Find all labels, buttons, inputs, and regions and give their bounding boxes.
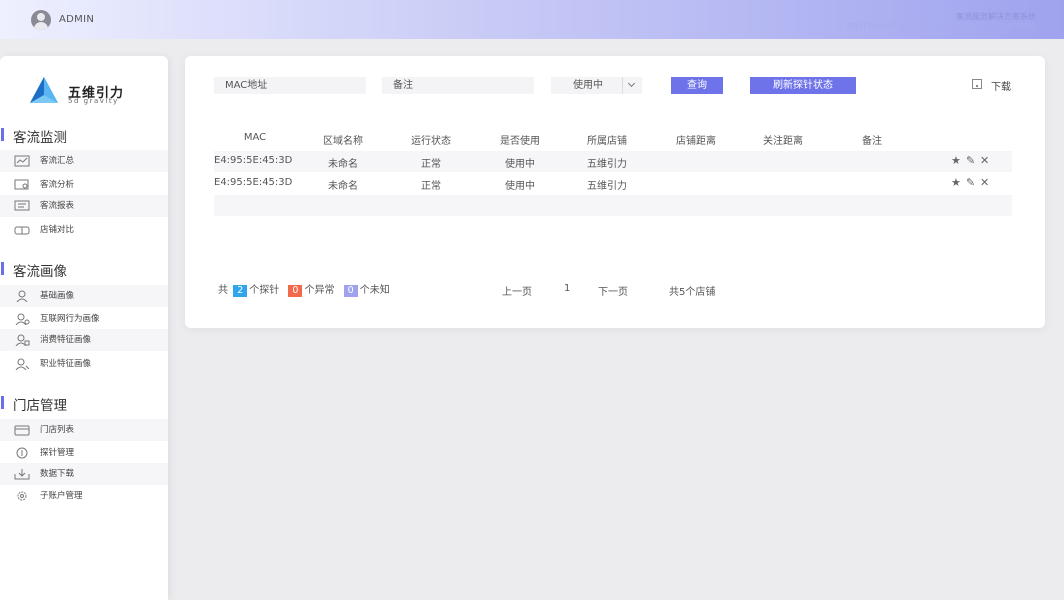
prev-page-link[interactable]: 上一页 xyxy=(502,283,532,298)
probe-count-badge: 2 xyxy=(233,285,248,297)
table-row[interactable]: E4:95:5E:45:3D 未命名 正常 使用中 五维引力 ★ ✎ ✕ xyxy=(214,151,1012,172)
status-select[interactable]: 使用中 xyxy=(551,77,642,94)
unknown-count-badge: 0 xyxy=(343,285,358,297)
sidebar-item-consume-portrait[interactable]: 消费特征画像 xyxy=(0,329,168,351)
download-label: 下载 xyxy=(991,82,1011,93)
sidebar-item-label: 店铺对比 xyxy=(40,225,75,235)
sidebar-item-label: 消费特征画像 xyxy=(40,335,92,345)
logo-subtitle: 5d gravity xyxy=(68,97,119,105)
system-title-cn: 客流服务解决方案系统 xyxy=(956,12,1036,21)
cell-area: 未命名 xyxy=(328,159,358,170)
sidebar-item-web-portrait[interactable]: 互联网行为画像 xyxy=(0,308,168,330)
download-icon xyxy=(14,469,30,480)
column-header-area: 区域名称 xyxy=(323,136,363,147)
abnormal-count-badge: 0 xyxy=(288,285,303,297)
brand-logo[interactable]: 五维引力 5d gravity xyxy=(28,75,138,109)
cell-store: 五维引力 xyxy=(587,159,627,170)
sidebar-item-traffic-summary[interactable]: 客流汇总 xyxy=(0,150,168,172)
sidebar-item-label: 职业特征画像 xyxy=(40,359,92,369)
cell-run-status: 正常 xyxy=(421,181,441,192)
query-button[interactable]: 查询 xyxy=(671,77,723,94)
sidebar-item-store-compare[interactable]: 店铺对比 xyxy=(0,219,168,241)
sidebar-item-label: 客流分析 xyxy=(40,180,75,190)
probe-icon xyxy=(16,447,28,459)
cell-run-status: 正常 xyxy=(421,159,441,170)
sidebar-item-label: 子账户管理 xyxy=(40,491,83,501)
trend-chart-icon xyxy=(14,155,30,167)
user-icon xyxy=(16,290,28,302)
column-header-note: 备注 xyxy=(862,136,882,147)
column-header-store-distance: 店铺距离 xyxy=(676,136,716,147)
status-select-value: 使用中 xyxy=(573,80,603,91)
table-row[interactable]: E4:95:5E:45:3D 未命名 正常 使用中 五维引力 ★ ✎ ✕ xyxy=(214,173,1012,194)
sidebar-item-basic-portrait[interactable]: 基础画像 xyxy=(0,285,168,307)
column-header-run-status: 运行状态 xyxy=(411,136,451,147)
sidebar-item-job-portrait[interactable]: 职业特征画像 xyxy=(0,353,168,375)
report-icon xyxy=(14,200,30,211)
compare-icon xyxy=(14,226,30,235)
summary-prefix: 共 xyxy=(218,285,228,296)
note-input[interactable]: 备注 xyxy=(382,77,534,94)
user-job-icon xyxy=(15,358,30,370)
store-card-icon xyxy=(14,425,30,436)
star-icon[interactable]: ★ xyxy=(951,154,961,168)
sidebar-item-label: 探针管理 xyxy=(40,448,75,458)
user-name[interactable]: ADMIN xyxy=(59,14,94,25)
sidebar-item-traffic-analysis[interactable]: 客流分析 xyxy=(0,174,168,196)
sidebar-item-label: 门店列表 xyxy=(40,425,75,435)
delete-close-icon[interactable]: ✕ xyxy=(980,154,989,168)
gear-icon xyxy=(17,491,27,501)
sidebar-item-label: 基础画像 xyxy=(40,291,75,301)
cell-area: 未命名 xyxy=(328,181,358,192)
column-header-in-use: 是否使用 xyxy=(500,136,540,147)
user-consume-icon xyxy=(15,334,30,346)
store-total: 共5个店铺 xyxy=(669,287,716,298)
logo-mark-icon xyxy=(30,77,58,103)
sidebar-item-sub-account[interactable]: 子账户管理 xyxy=(0,485,168,507)
edit-pencil-icon[interactable]: ✎ xyxy=(966,176,975,190)
row-actions: ★ ✎ ✕ xyxy=(951,154,993,168)
delete-close-icon[interactable]: ✕ xyxy=(980,176,989,190)
user-web-icon xyxy=(15,313,30,325)
next-page-link[interactable]: 下一页 xyxy=(598,283,628,298)
top-header: ADMIN 客流服务解决方案系统 ENTERPRISE CUSTOMER SER… xyxy=(0,0,1064,39)
column-header-store: 所属店铺 xyxy=(587,136,627,147)
sidebar: 五维引力 5d gravity 客流监测 客流汇总 客流分析 客流报表 店铺对比… xyxy=(0,56,168,600)
abnormal-count-label: 个异常 xyxy=(304,285,335,296)
mac-input[interactable]: MAC地址 xyxy=(214,77,366,94)
edit-pencil-icon[interactable]: ✎ xyxy=(966,154,975,168)
main-panel: MAC地址 备注 使用中 查询 刷新探针状态 下载 MAC 区域名称 运行状态 … xyxy=(185,56,1045,328)
sidebar-item-label: 互联网行为画像 xyxy=(40,314,100,324)
user-avatar-icon[interactable] xyxy=(31,10,51,30)
star-icon[interactable]: ★ xyxy=(951,176,961,190)
unknown-count-label: 个未知 xyxy=(359,285,390,296)
download-icon xyxy=(972,79,982,89)
chevron-down-icon[interactable] xyxy=(622,77,642,94)
cell-in-use: 使用中 xyxy=(505,181,535,192)
cell-in-use: 使用中 xyxy=(505,159,535,170)
section-title-monitor: 客流监测 xyxy=(0,126,67,146)
system-title-en: ENTERPRISE CUSTOMER SERVICE SOLUTIONS xyxy=(846,22,1036,31)
monitor-search-icon xyxy=(14,179,29,190)
table-row-empty xyxy=(214,195,1012,216)
section-title-portrait: 客流画像 xyxy=(0,260,67,280)
sidebar-item-data-download[interactable]: 数据下载 xyxy=(0,463,168,485)
sidebar-item-probe-manage[interactable]: 探针管理 xyxy=(0,442,168,464)
sidebar-item-store-list[interactable]: 门店列表 xyxy=(0,419,168,441)
sidebar-item-label: 客流报表 xyxy=(40,201,75,211)
column-header-mac: MAC xyxy=(243,132,267,143)
cell-store: 五维引力 xyxy=(587,181,627,192)
column-header-focus-distance: 关注距离 xyxy=(763,136,803,147)
probe-summary: 共 2 个探针 0 个异常 0 个未知 xyxy=(218,281,390,297)
sidebar-item-label: 客流汇总 xyxy=(40,156,75,166)
section-title-store: 门店管理 xyxy=(0,394,67,414)
sidebar-item-label: 数据下载 xyxy=(40,469,75,479)
sidebar-item-traffic-report[interactable]: 客流报表 xyxy=(0,195,168,217)
refresh-probe-button[interactable]: 刷新探针状态 xyxy=(750,77,856,94)
row-actions: ★ ✎ ✕ xyxy=(951,176,993,190)
probe-count-label: 个探针 xyxy=(249,285,280,296)
current-page[interactable]: 1 xyxy=(564,283,570,294)
